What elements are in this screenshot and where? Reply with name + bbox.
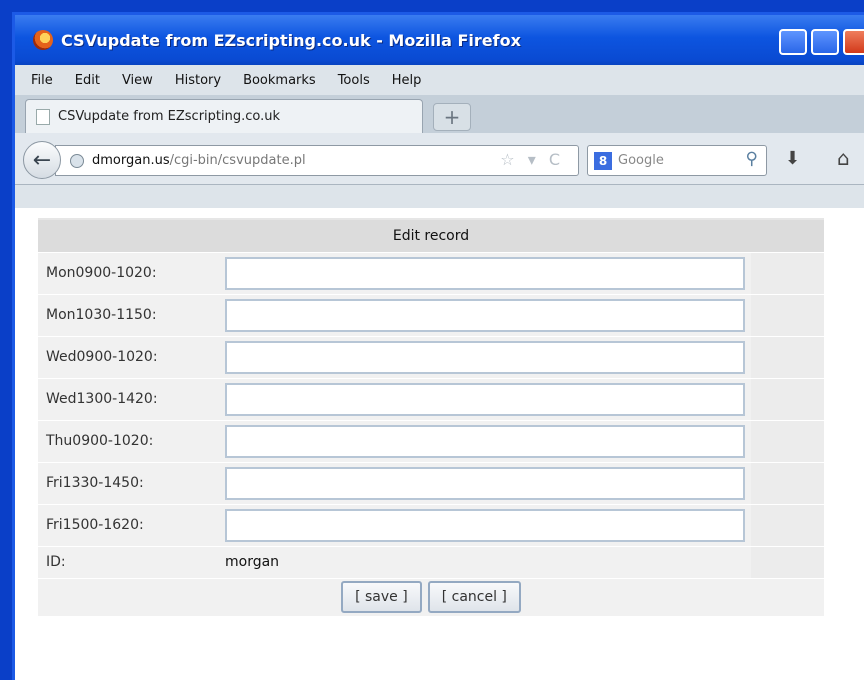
tab-csvupdate[interactable]: CSVupdate from EZscripting.co.uk bbox=[25, 99, 423, 133]
form-row: Fri1500-1620: bbox=[38, 503, 824, 546]
page-icon bbox=[36, 108, 50, 125]
id-label: ID: bbox=[38, 545, 221, 578]
tab-title: CSVupdate from EZscripting.co.uk bbox=[58, 109, 281, 124]
form-row: Fri1330-1450: bbox=[38, 461, 824, 504]
home-icon[interactable]: ⌂ bbox=[837, 146, 850, 170]
search-placeholder: Google bbox=[618, 153, 664, 168]
url-path: /cgi-bin/csvupdate.pl bbox=[169, 153, 306, 168]
form-row: Wed0900-1020: bbox=[38, 335, 824, 378]
back-button[interactable]: ← bbox=[23, 141, 61, 179]
menu-history[interactable]: History bbox=[175, 73, 221, 88]
field-label: Fri1500-1620: bbox=[38, 503, 221, 546]
menu-view[interactable]: View bbox=[122, 73, 153, 88]
wed0900-1020-input[interactable] bbox=[225, 340, 745, 374]
form-row: Wed1300-1420: bbox=[38, 377, 824, 420]
form-row: Mon1030-1150: bbox=[38, 293, 824, 336]
field-label: Thu0900-1020: bbox=[38, 419, 221, 462]
search-icon[interactable]: ⚲ bbox=[746, 149, 758, 169]
globe-icon bbox=[70, 153, 84, 168]
fri1330-1450-input[interactable] bbox=[225, 466, 745, 500]
cancel-button[interactable]: [ cancel ] bbox=[427, 581, 521, 614]
thu0900-1020-input[interactable] bbox=[225, 424, 745, 458]
field-label: Wed0900-1020: bbox=[38, 335, 221, 378]
url-host: dmorgan.us bbox=[92, 153, 170, 168]
edit-record-form: Edit record Mon0900-1020: Mon1030-1150: … bbox=[38, 218, 824, 616]
field-label: Fri1330-1450: bbox=[38, 461, 221, 504]
save-button[interactable]: [ save ] bbox=[341, 581, 422, 614]
form-row: Thu0900-1020: bbox=[38, 419, 824, 462]
fri1500-1620-input[interactable] bbox=[225, 508, 745, 542]
menu-help[interactable]: Help bbox=[392, 73, 422, 88]
menu-file[interactable]: File bbox=[31, 73, 53, 88]
search-bar[interactable]: 8 Google ⚲ bbox=[587, 145, 767, 176]
back-arrow-icon: ← bbox=[32, 147, 52, 173]
menu-bookmarks[interactable]: Bookmarks bbox=[243, 73, 316, 88]
field-label: Mon1030-1150: bbox=[38, 293, 221, 336]
form-header: Edit record bbox=[38, 218, 824, 252]
window-title: CSVupdate from EZscripting.co.uk - Mozil… bbox=[61, 30, 521, 50]
browser-window: CSVupdate from EZscripting.co.uk - Mozil… bbox=[12, 12, 864, 680]
tab-strip: CSVupdate from EZscripting.co.uk + bbox=[15, 95, 864, 133]
browser-chrome: File Edit View History Bookmarks Tools H… bbox=[15, 65, 864, 208]
window-controls bbox=[779, 29, 864, 55]
mon0900-1020-input[interactable] bbox=[225, 256, 745, 290]
maximize-button[interactable] bbox=[811, 29, 839, 55]
wed1300-1420-input[interactable] bbox=[225, 382, 745, 416]
menu-edit[interactable]: Edit bbox=[75, 73, 100, 88]
title-bar[interactable]: CSVupdate from EZscripting.co.uk - Mozil… bbox=[15, 15, 864, 65]
field-label: Mon0900-1020: bbox=[38, 251, 221, 294]
navigation-bar: dmorgan.us/cgi-bin/csvupdate.pl ☆ ▾ C ← … bbox=[15, 133, 864, 185]
new-tab-button[interactable]: + bbox=[433, 103, 471, 131]
form-row: Mon0900-1020: bbox=[38, 251, 824, 294]
minimize-button[interactable] bbox=[779, 29, 807, 55]
url-bar[interactable]: dmorgan.us/cgi-bin/csvupdate.pl ☆ ▾ C bbox=[55, 145, 579, 176]
field-label: Wed1300-1420: bbox=[38, 377, 221, 420]
search-engine-icon[interactable]: 8 bbox=[594, 151, 612, 170]
download-icon[interactable]: ⬇ bbox=[785, 148, 800, 169]
button-row: [ save ][ cancel ] bbox=[38, 577, 824, 616]
id-row: ID: morgan bbox=[38, 545, 824, 578]
firefox-icon bbox=[33, 30, 53, 50]
mon1030-1150-input[interactable] bbox=[225, 298, 745, 332]
menu-tools[interactable]: Tools bbox=[338, 73, 370, 88]
id-value: morgan bbox=[221, 545, 751, 578]
close-button[interactable] bbox=[843, 29, 864, 55]
page-content: Edit record Mon0900-1020: Mon1030-1150: … bbox=[15, 208, 864, 680]
bookmark-star-reload-icons[interactable]: ☆ ▾ C bbox=[500, 150, 564, 169]
menu-bar: File Edit View History Bookmarks Tools H… bbox=[15, 65, 864, 95]
